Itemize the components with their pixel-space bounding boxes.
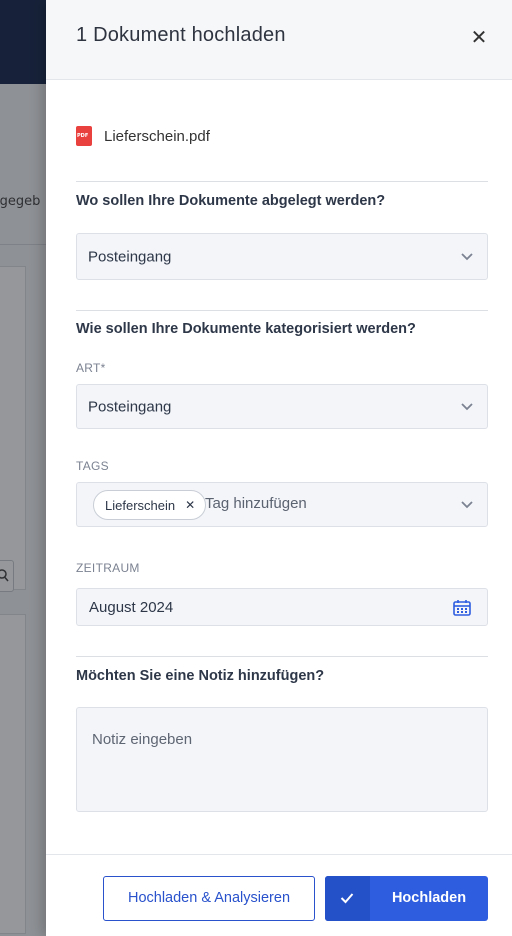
type-select-value: Posteingang bbox=[88, 398, 172, 415]
pdf-file-icon: PDF bbox=[76, 126, 92, 146]
upload-drawer: 1 Dokument hochladen ✕ PDF Lieferschein.… bbox=[46, 0, 512, 936]
tag-chip: Lieferschein ✕ bbox=[93, 490, 207, 520]
location-select[interactable]: Posteingang bbox=[76, 233, 488, 280]
drawer-header: 1 Dokument hochladen ✕ bbox=[46, 0, 512, 80]
tags-label: TAGS bbox=[76, 459, 109, 473]
tag-chip-label: Lieferschein bbox=[105, 497, 176, 513]
location-select-value: Posteingang bbox=[88, 248, 172, 265]
location-question: Wo sollen Ihre Dokumente abgelegt werden… bbox=[76, 193, 386, 209]
remove-tag-icon[interactable]: ✕ bbox=[185, 498, 195, 512]
tags-input[interactable]: Tag hinzufügen bbox=[205, 495, 307, 512]
note-placeholder: Notiz eingeben bbox=[92, 731, 193, 748]
chevron-down-icon bbox=[461, 500, 473, 508]
chevron-down-icon bbox=[461, 402, 473, 410]
drawer-footer: Hochladen & Analysieren Hochladen bbox=[46, 854, 512, 936]
period-date-field[interactable]: August 2024 bbox=[76, 588, 488, 626]
upload-button-label: Hochladen bbox=[391, 890, 467, 906]
pdf-icon-text: PDF bbox=[77, 133, 89, 139]
divider bbox=[76, 310, 488, 311]
calendar-icon[interactable] bbox=[453, 599, 471, 616]
upload-button-check bbox=[325, 876, 370, 921]
close-icon[interactable]: ✕ bbox=[468, 26, 490, 48]
file-name: Lieferschein.pdf bbox=[104, 127, 210, 145]
note-question: Möchten Sie eine Notiz hinzufügen? bbox=[76, 668, 325, 684]
tags-select[interactable]: Lieferschein ✕ Tag hinzufügen bbox=[76, 482, 488, 527]
drawer-title: 1 Dokument hochladen bbox=[76, 24, 286, 46]
divider bbox=[76, 181, 488, 182]
period-label: ZEITRAUM bbox=[76, 561, 140, 575]
upload-button[interactable]: Hochladen bbox=[325, 876, 488, 921]
upload-analyze-button[interactable]: Hochladen & Analysieren bbox=[103, 876, 315, 921]
divider bbox=[76, 656, 488, 657]
check-icon bbox=[340, 893, 354, 904]
type-label: ART* bbox=[76, 361, 106, 375]
category-question: Wie sollen Ihre Dokumente kategorisiert … bbox=[76, 321, 416, 337]
period-value: August 2024 bbox=[89, 599, 174, 616]
type-select[interactable]: Posteingang bbox=[76, 384, 488, 429]
note-textarea[interactable]: Notiz eingeben bbox=[76, 707, 488, 812]
chevron-down-icon bbox=[461, 252, 473, 260]
file-item: PDF Lieferschein.pdf bbox=[76, 124, 210, 148]
